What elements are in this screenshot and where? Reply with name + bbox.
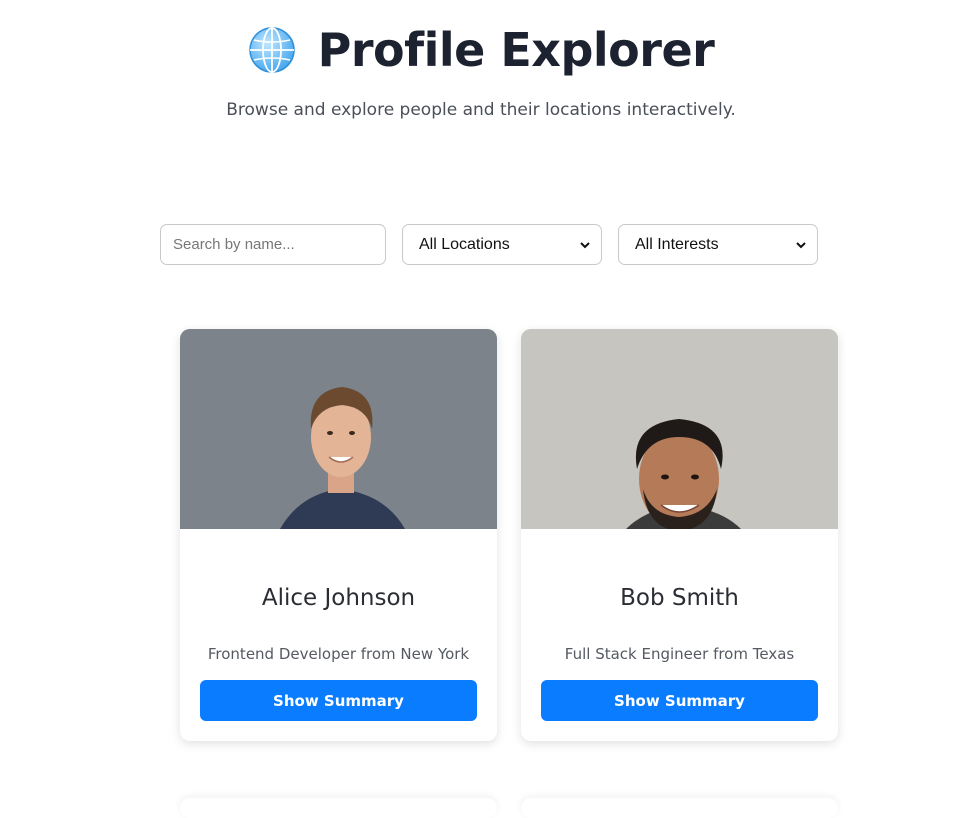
- page-header: Profile Explorer Browse and explore peop…: [0, 0, 962, 120]
- page-subtitle: Browse and explore people and their loca…: [226, 100, 736, 120]
- profile-grid: Alice Johnson Frontend Developer from Ne…: [180, 329, 838, 741]
- next-row-cards: [180, 798, 838, 818]
- profile-name: Alice Johnson: [261, 585, 416, 611]
- search-input[interactable]: [160, 224, 386, 265]
- show-summary-button[interactable]: Show Summary: [541, 680, 818, 721]
- show-summary-button[interactable]: Show Summary: [200, 680, 477, 721]
- profile-card-edge: [180, 798, 497, 818]
- profile-photo: [180, 329, 497, 529]
- chevron-down-icon: [796, 242, 806, 249]
- profile-card: Bob Smith Full Stack Engineer from Texas…: [521, 329, 838, 741]
- chevron-down-icon: [580, 242, 590, 249]
- profile-description: Frontend Developer from New York: [207, 645, 470, 663]
- location-select[interactable]: All Locations: [402, 224, 602, 265]
- profile-description: Full Stack Engineer from Texas: [564, 645, 795, 663]
- filter-bar: All Locations All Interests: [160, 224, 818, 265]
- profile-photo: [521, 329, 838, 529]
- globe-icon: [248, 27, 295, 73]
- page-title: Profile Explorer: [317, 23, 715, 77]
- profile-card: Alice Johnson Frontend Developer from Ne…: [180, 329, 497, 741]
- profile-card-edge: [521, 798, 838, 818]
- interest-select[interactable]: All Interests: [618, 224, 818, 265]
- interest-select-value: All Interests: [635, 235, 719, 253]
- location-select-value: All Locations: [419, 235, 510, 253]
- profile-name: Bob Smith: [620, 585, 739, 611]
- title-row: Profile Explorer: [0, 22, 962, 78]
